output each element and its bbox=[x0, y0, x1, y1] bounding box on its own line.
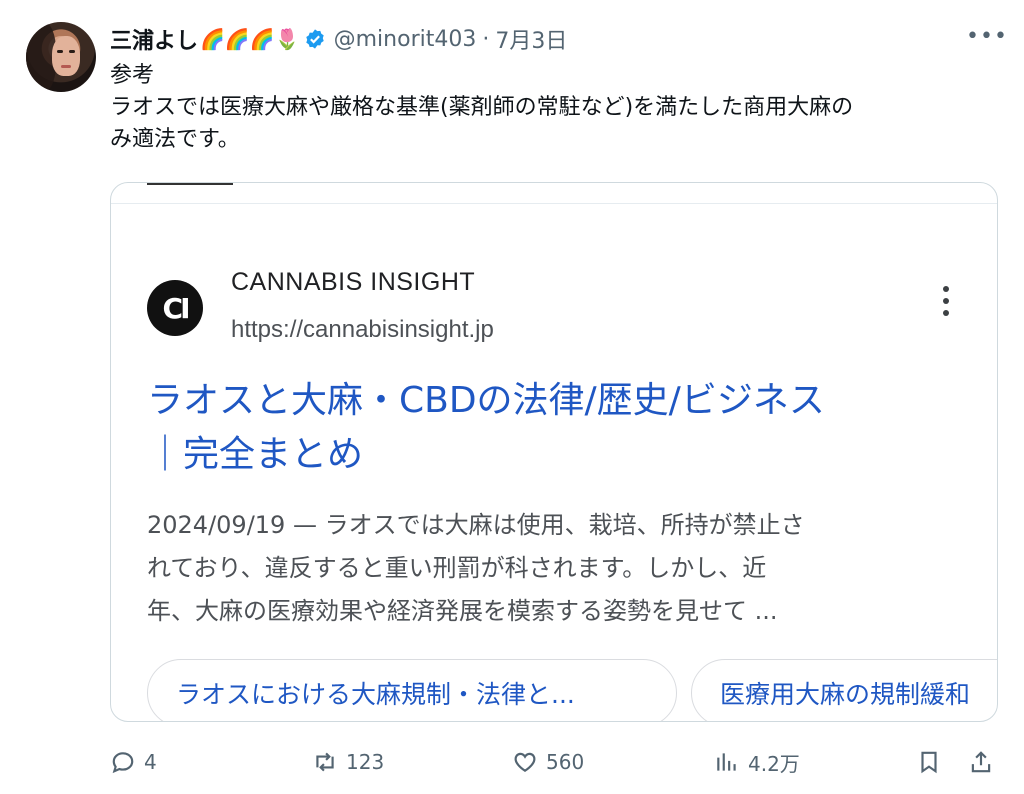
result-title-line: ｜完全まとめ bbox=[147, 434, 364, 475]
reply-icon bbox=[112, 752, 134, 774]
action-bar: 4 123 560 4.2万 bbox=[0, 742, 1024, 782]
separator-dot: · bbox=[482, 26, 490, 52]
author-handle[interactable]: @minorit403 bbox=[334, 27, 477, 52]
retweet-count: 123 bbox=[346, 750, 385, 774]
tweet-text: 参考 ラオスでは医療大麻や厳格な基準(薬剤師の常駐など)を満たした商用大麻の み… bbox=[110, 60, 990, 156]
share-button[interactable] bbox=[968, 742, 1002, 782]
like-button[interactable]: 560 bbox=[512, 742, 584, 782]
tweet-line: 参考 bbox=[110, 63, 155, 88]
reply-count: 4 bbox=[144, 750, 157, 774]
snippet-line: れており、違反すると重い刑罰が科されます。しかし、近 bbox=[147, 554, 767, 582]
kebab-menu-icon[interactable] bbox=[941, 286, 951, 326]
site-name[interactable]: CANNABIS INSIGHT bbox=[231, 268, 475, 297]
view-count: 4.2万 bbox=[748, 751, 800, 776]
related-chip[interactable]: ラオスにおける大麻規制・法律と... bbox=[147, 659, 677, 721]
card-top-divider bbox=[147, 183, 233, 185]
site-url[interactable]: https://cannabisinsight.jp bbox=[231, 316, 494, 344]
snippet-line: 年、大麻の医療効果や経済発展を模索する姿勢を見せて ... bbox=[147, 597, 778, 625]
related-chip[interactable]: 医療用大麻の規制緩和 bbox=[691, 659, 997, 721]
retweet-icon bbox=[316, 752, 334, 772]
bookmark-icon bbox=[921, 751, 937, 774]
share-icon bbox=[971, 751, 991, 773]
heart-icon bbox=[514, 752, 536, 772]
author-name[interactable]: 三浦よし bbox=[110, 23, 198, 55]
author-emoji: 🌈🌈🌈🌷 bbox=[200, 27, 300, 51]
site-logo: CI bbox=[147, 280, 203, 336]
bookmark-button[interactable] bbox=[916, 742, 950, 782]
snippet-line: 2024/09/19 — ラオスでは大麻は使用、栽培、所持が禁止さ bbox=[147, 511, 805, 539]
like-count: 560 bbox=[546, 750, 585, 774]
verified-badge-icon bbox=[305, 29, 324, 49]
result-snippet: 2024/09/19 — ラオスでは大麻は使用、栽培、所持が禁止さ れており、違… bbox=[147, 504, 967, 633]
result-title-line: ラオスと大麻・CBDの法律/歴史/ビジネス bbox=[147, 380, 825, 421]
link-card[interactable]: CI CANNABIS INSIGHT https://cannabisinsi… bbox=[110, 182, 998, 722]
tweet-line: み適法です。 bbox=[110, 127, 240, 152]
more-options-icon[interactable]: ••• bbox=[966, 24, 1008, 49]
views-button[interactable]: 4.2万 bbox=[714, 742, 800, 782]
tweet-line: ラオスでは医療大麻や厳格な基準(薬剤師の常駐など)を満たした商用大麻の bbox=[110, 95, 854, 120]
result-title-link[interactable]: ラオスと大麻・CBDの法律/歴史/ビジネス ｜完全まとめ bbox=[147, 374, 967, 482]
reply-button[interactable]: 4 bbox=[110, 742, 157, 782]
tweet-date[interactable]: 7月3日 bbox=[495, 23, 567, 55]
views-chart-icon bbox=[717, 753, 736, 771]
avatar[interactable] bbox=[26, 22, 96, 92]
search-result-preview: CI CANNABIS INSIGHT https://cannabisinsi… bbox=[111, 203, 997, 721]
retweet-button[interactable]: 123 bbox=[312, 742, 384, 782]
tweet-header: 三浦よし 🌈🌈🌈🌷 @minorit403 · 7月3日 bbox=[110, 23, 567, 55]
